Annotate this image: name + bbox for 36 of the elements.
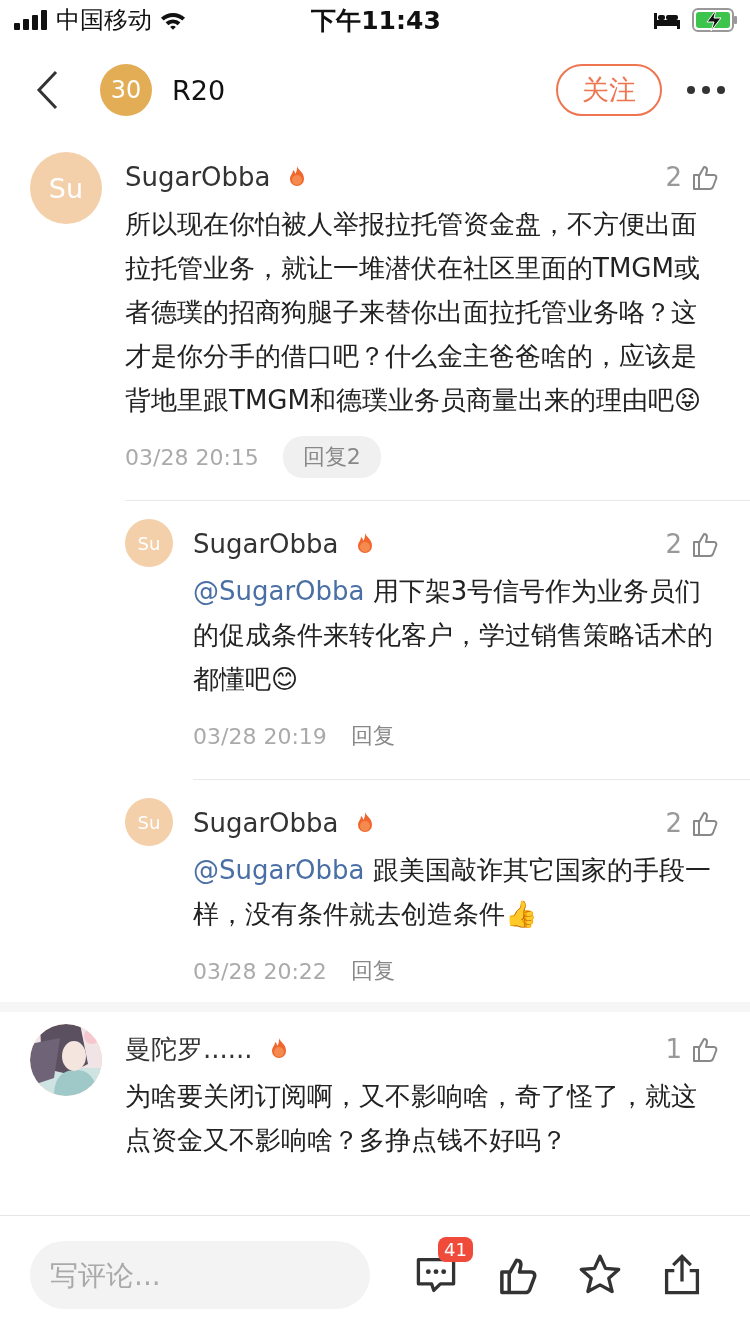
- status-time: 下午11:43: [311, 4, 441, 37]
- reply-button[interactable]: 回复2: [282, 436, 381, 478]
- wifi-icon: [160, 10, 186, 30]
- follow-button[interactable]: 关注: [556, 64, 662, 116]
- like-count: 1: [665, 1034, 682, 1064]
- comment-time: 03/28 20:19: [193, 723, 327, 749]
- comment-input[interactable]: 写评论...: [30, 1241, 370, 1309]
- comment-time: 03/28 20:22: [193, 958, 327, 984]
- reply-text: @SugarObba 用下架3号信号作为业务员们的促成条件来转化客户，学过销售策略话术的都懂吧😊: [193, 575, 714, 696]
- avatar: Su: [125, 519, 173, 567]
- more-icon[interactable]: [686, 85, 726, 95]
- author-name: SugarObba: [193, 529, 339, 559]
- comment-text: 为啥要关闭订阅啊，又不影响啥，奇了怪了，就这点资金又不影响啥？多挣点钱不好吗？: [125, 1080, 698, 1157]
- page-title: R20: [172, 74, 226, 106]
- like-count: 2: [665, 529, 682, 559]
- like-count: 2: [665, 162, 682, 192]
- author-name: SugarObba: [125, 162, 271, 192]
- mention-link[interactable]: @SugarObba: [193, 576, 365, 606]
- bed-icon: [654, 11, 680, 29]
- back-icon[interactable]: [36, 70, 60, 110]
- avatar: Su: [30, 152, 102, 224]
- reply-button[interactable]: 回复: [350, 717, 395, 755]
- avatar: Su: [125, 798, 173, 846]
- carrier-name: 中国移动: [56, 5, 152, 36]
- like-count: 2: [665, 808, 682, 838]
- mention-link[interactable]: @SugarObba: [193, 855, 365, 885]
- reply-text: @SugarObba 跟美国敲诈其它国家的手段一样，没有条件就去创造条件👍: [193, 854, 712, 931]
- comment-time: 03/28 20:15: [125, 444, 259, 470]
- level-badge: 30: [100, 64, 152, 116]
- battery-charging-icon: [692, 8, 738, 32]
- author-name: SugarObba: [193, 808, 339, 838]
- signal-icon: [14, 10, 48, 30]
- comment-text: 所以现在你怕被人举报拉托管资金盘，不方便出面拉托管业务，就让一堆潜伏在社区里面的TMGM或者德璞的招商狗腿子来替你出面拉托管业务咯？这才是你分手的借口吧？什么金主爸爸啥的，应该是背地里跟TMGM和德璞业务员商量出来的理由吧😝: [125, 208, 702, 417]
- comment-count-badge: 41: [438, 1237, 473, 1262]
- author-name: 曼陀罗......: [125, 1032, 253, 1066]
- reply-button[interactable]: 回复: [350, 952, 395, 990]
